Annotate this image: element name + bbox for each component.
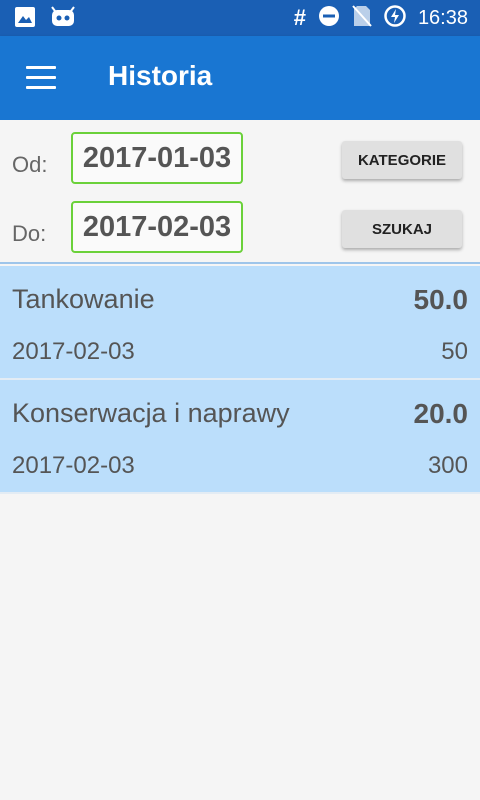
item-date: 2017-02-03	[12, 452, 135, 479]
item-name: Konserwacja i naprawy	[12, 398, 290, 428]
battery-charging-icon	[384, 5, 406, 31]
item-amount: 50.0	[413, 284, 469, 315]
from-label: Od:	[12, 152, 48, 177]
from-date-field[interactable]: 2017-01-03	[71, 132, 243, 184]
hash-icon: #	[293, 5, 306, 30]
date-filter: Od: 2017-01-03 KATEGORIE Do: 2017-02-03 …	[0, 120, 480, 264]
no-sim-icon	[352, 5, 372, 31]
image-icon	[14, 6, 36, 32]
to-label: Do:	[12, 221, 47, 246]
item-amount: 20.0	[413, 398, 469, 429]
page-title: Historia	[108, 60, 213, 91]
history-list: Tankowanie 50.0 2017-02-03 50 Konserwacj…	[0, 266, 480, 494]
app-bar: Historia	[0, 36, 480, 120]
item-quantity: 50	[441, 338, 468, 365]
list-item[interactable]: Tankowanie 50.0 2017-02-03 50	[0, 266, 480, 380]
do-not-disturb-icon	[318, 5, 340, 31]
hamburger-menu-icon[interactable]	[26, 66, 56, 90]
item-quantity: 300	[427, 452, 468, 479]
search-button[interactable]: SZUKAJ	[342, 210, 462, 248]
item-name: Tankowanie	[12, 284, 155, 314]
android-debug-icon	[50, 6, 76, 32]
list-item[interactable]: Konserwacja i naprawy 20.0 2017-02-03 30…	[0, 380, 480, 494]
divider	[0, 262, 480, 264]
categories-button[interactable]: KATEGORIE	[342, 141, 462, 179]
item-date: 2017-02-03	[12, 338, 135, 365]
clock: 16:38	[417, 6, 468, 29]
status-bar: # 16:38	[0, 0, 480, 36]
to-date-field[interactable]: 2017-02-03	[71, 201, 243, 253]
